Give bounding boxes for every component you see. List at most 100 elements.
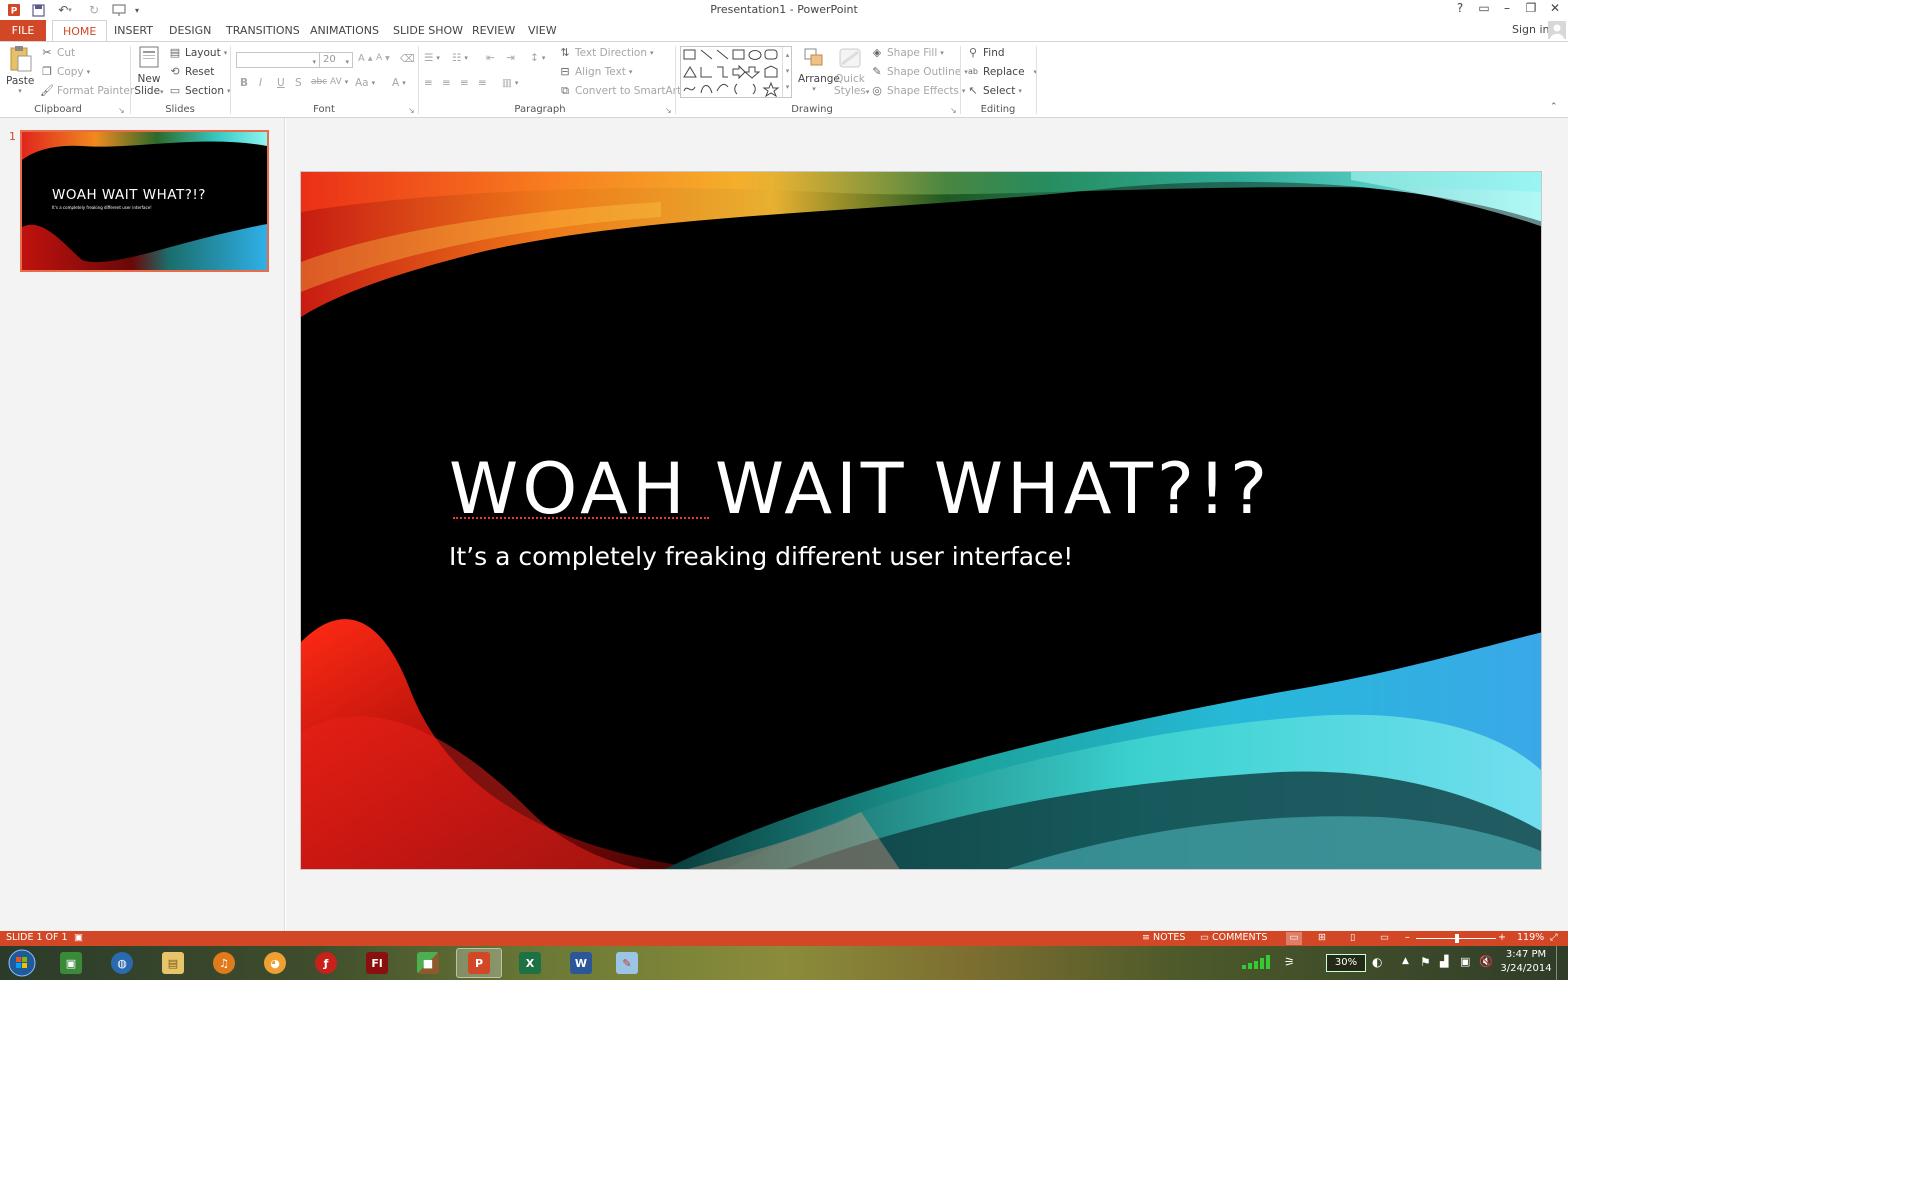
cut-button[interactable]: ✂ Cut	[40, 46, 75, 60]
tab-review[interactable]: REVIEW	[462, 20, 525, 41]
help-icon[interactable]: ?	[1450, 1, 1470, 19]
replace-button[interactable]: abReplace▾	[966, 65, 1037, 79]
close-button[interactable]: ✕	[1545, 1, 1565, 19]
tab-slide-show[interactable]: SLIDE SHOW	[383, 20, 473, 41]
clipboard-launcher-icon[interactable]: ↘	[118, 106, 125, 115]
select-button[interactable]: ↖ Select ▾	[966, 84, 1022, 98]
font-launcher-icon[interactable]: ↘	[408, 106, 415, 115]
network-signal-icon[interactable]	[1238, 954, 1278, 973]
convert-smartart-button[interactable]: ⧉Convert to SmartArt▾	[558, 84, 688, 98]
slide-subtitle[interactable]: It’s a completely freaking different use…	[449, 542, 1073, 571]
font-name-combobox[interactable]: ▾	[236, 52, 320, 68]
battery-meter[interactable]: 30%	[1326, 954, 1366, 972]
grow-font-button[interactable]: A ▲	[358, 53, 372, 64]
spelling-status-icon[interactable]: ▣	[74, 932, 83, 943]
collapse-ribbon-icon[interactable]: ⌃	[1550, 102, 1558, 112]
align-center-icon[interactable]: ≡	[442, 77, 451, 89]
wifi-icon[interactable]: ⚞	[1284, 955, 1295, 969]
minimize-button[interactable]: –	[1497, 1, 1517, 19]
taskbar-windows-explorer[interactable]: ▣	[48, 948, 94, 978]
zoom-slider-thumb[interactable]	[1455, 934, 1459, 943]
ribbon-display-options-icon[interactable]: ▭	[1474, 1, 1494, 19]
tab-design[interactable]: DESIGN	[159, 20, 221, 41]
taskbar-internet[interactable]: ◍	[99, 948, 145, 978]
zoom-out-button[interactable]: –	[1405, 932, 1410, 943]
tab-animations[interactable]: ANIMATIONS	[300, 20, 389, 41]
show-hidden-icons[interactable]: ▲	[1402, 956, 1409, 966]
show-desktop-button[interactable]	[1556, 946, 1568, 980]
taskbar-flash[interactable]: ƒ	[303, 948, 349, 978]
align-right-icon[interactable]: ≡	[460, 77, 469, 89]
clear-formatting-icon[interactable]: ⌫	[400, 53, 415, 65]
clock[interactable]: 3:47 PM 3/24/2014	[1500, 948, 1552, 976]
taskbar-minecraft[interactable]: ■	[405, 948, 451, 978]
normal-view-icon[interactable]: ▭	[1286, 932, 1302, 945]
paste-button[interactable]: Paste ▾	[6, 44, 34, 100]
signal-icon[interactable]: ▟	[1440, 955, 1448, 968]
align-left-icon[interactable]: ≡	[424, 77, 433, 89]
format-painter-button[interactable]: 🖌 Format Painter	[40, 84, 134, 98]
character-spacing-button[interactable]: AV ▾	[330, 77, 348, 87]
shape-outline-button[interactable]: ✎ Shape Outline ▾	[870, 65, 967, 79]
slide-canvas[interactable]: WOAH WAIT WHAT?!? It’s a completely frea…	[300, 171, 1542, 870]
shape-effects-button[interactable]: ◎ Shape Effects ▾	[870, 84, 965, 98]
align-text-button[interactable]: ⊟ Align Text ▾	[558, 65, 632, 79]
shadow-button[interactable]: S	[295, 77, 302, 89]
zoom-in-button[interactable]: +	[1498, 932, 1506, 943]
shape-fill-button[interactable]: ◈ Shape Fill ▾	[870, 46, 944, 60]
avatar[interactable]	[1548, 21, 1566, 39]
action-center-flag-icon[interactable]: ⚑	[1420, 955, 1431, 969]
justify-icon[interactable]: ≡	[478, 77, 487, 89]
notes-button[interactable]: ≡ NOTES	[1142, 932, 1185, 943]
slide-show-icon[interactable]: ▭	[1380, 932, 1389, 943]
slide-thumbnail-1[interactable]: WOAH WAIT WHAT?!? It's a completely frea…	[20, 130, 269, 272]
change-case-button[interactable]: Aa ▾	[355, 77, 375, 89]
shapes-gallery-scroll[interactable]: ▴ ▾ ▾	[782, 47, 792, 97]
layout-button[interactable]: ▤ Layout ▾	[168, 46, 227, 60]
taskbar-excel[interactable]: X	[507, 948, 553, 978]
text-direction-button[interactable]: ⇅ Text Direction ▾	[558, 46, 653, 60]
paragraph-launcher-icon[interactable]: ↘	[665, 106, 672, 115]
start-button[interactable]	[0, 948, 44, 978]
line-spacing-icon[interactable]: ↕ ▾	[530, 52, 545, 64]
reset-button[interactable]: ⟲ Reset	[168, 65, 214, 79]
drawing-launcher-icon[interactable]: ↘	[950, 106, 957, 115]
tab-view[interactable]: VIEW	[518, 20, 567, 41]
sign-in-link[interactable]: Sign in	[1512, 23, 1550, 36]
tab-home[interactable]: HOME	[52, 20, 108, 42]
taskbar-flash-pro[interactable]: Fl	[354, 948, 400, 978]
quick-styles-button[interactable]: Quick Styles▾	[834, 46, 869, 97]
strikethrough-button[interactable]: abc	[311, 77, 327, 87]
power-icon[interactable]: ◐	[1372, 955, 1382, 969]
section-button[interactable]: ▭ Section ▾	[168, 84, 231, 98]
tab-transitions[interactable]: TRANSITIONS	[216, 20, 310, 41]
taskbar-word[interactable]: W	[558, 948, 604, 978]
font-color-button[interactable]: A ▾	[392, 77, 406, 89]
underline-button[interactable]: U	[277, 77, 285, 89]
arrange-button[interactable]: Arrange ▾	[798, 46, 840, 93]
find-button[interactable]: ⚲ Find	[966, 46, 1005, 60]
decrease-indent-icon[interactable]: ⇤	[486, 52, 495, 64]
italic-button[interactable]: I	[259, 77, 262, 89]
increase-indent-icon[interactable]: ⇥	[506, 52, 515, 64]
volume-muted-icon[interactable]: 🔇	[1479, 955, 1493, 968]
tab-file[interactable]: FILE	[0, 20, 46, 41]
comments-button[interactable]: ▭ COMMENTS	[1200, 932, 1267, 943]
taskbar-powerpoint[interactable]: P	[456, 948, 502, 978]
taskbar-media[interactable]: ♫	[201, 948, 247, 978]
bullets-icon[interactable]: ☰ ▾	[424, 52, 440, 64]
taskbar-paint[interactable]: ✎	[604, 948, 650, 978]
numbering-icon[interactable]: ☷ ▾	[452, 52, 468, 64]
shrink-font-button[interactable]: A ▼	[376, 53, 390, 63]
shapes-gallery[interactable]: ▴ ▾ ▾	[680, 46, 792, 98]
new-slide-button[interactable]: New Slide▾	[134, 44, 164, 97]
columns-icon[interactable]: ▥ ▾	[502, 77, 518, 89]
zoom-level[interactable]: 119%	[1517, 932, 1544, 943]
taskbar-file-explorer[interactable]: ▤	[150, 948, 196, 978]
bold-button[interactable]: B	[240, 77, 248, 89]
reading-view-icon[interactable]: ▯	[1350, 932, 1355, 943]
copy-button[interactable]: ❐ Copy ▾	[40, 65, 90, 79]
device-icon[interactable]: ▣	[1460, 955, 1470, 968]
taskbar-scratch[interactable]: ◕	[252, 948, 298, 978]
font-size-combobox[interactable]: 20 ▾	[319, 52, 353, 68]
